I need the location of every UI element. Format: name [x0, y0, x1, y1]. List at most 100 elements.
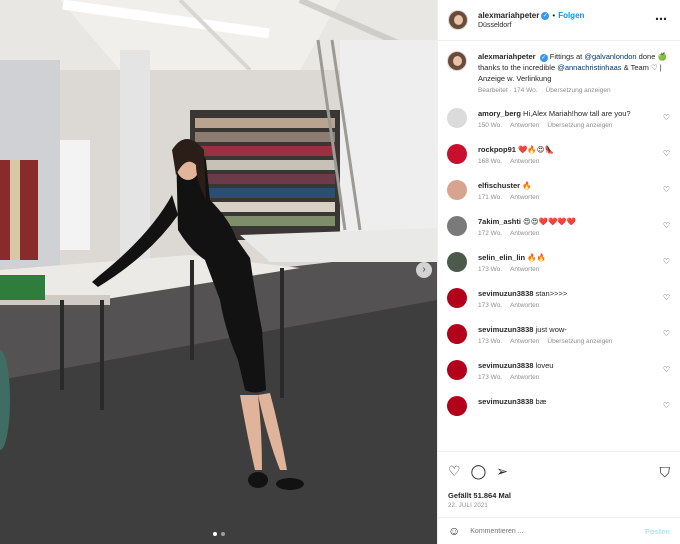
action-bar: ♡ ◯ ➢ ⛉ — [438, 451, 680, 491]
comments-list[interactable]: alexmariahpeter ✓ Fittings at @galvanlon… — [438, 41, 680, 451]
comment-like-icon[interactable]: ♡ — [663, 365, 670, 374]
comment-time: 173 Wo. — [478, 266, 503, 273]
reply-link[interactable]: Antworten — [510, 122, 539, 129]
comment-row: rockpop91 ❤️🔥😍👠 168 Wo. Antworten ♡ — [447, 144, 672, 165]
post-date[interactable]: 22. Juli 2021 — [438, 500, 680, 517]
author-avatar[interactable] — [448, 10, 468, 30]
reply-link[interactable]: Antworten — [510, 158, 539, 165]
comment-row: sevimuzun3838 stan>>>> 173 Wo. Antworten ♡ — [447, 288, 672, 309]
caption-username[interactable]: alexmariahpeter — [478, 52, 536, 61]
reply-link[interactable]: Antworten — [510, 302, 539, 309]
comment-meta: 150 Wo. Antworten Übersetzung anzeigen — [478, 122, 672, 129]
comment-row: sevimuzun3838 loveu 173 Wo. Antworten ♡ — [447, 360, 672, 381]
next-image-button[interactable]: › — [416, 262, 432, 278]
comment-like-icon[interactable]: ♡ — [663, 257, 670, 266]
commenter-avatar[interactable] — [447, 108, 467, 128]
comment-time: 173 Wo. — [478, 374, 503, 381]
comment-row: selin_elin_lin 🔥🔥 173 Wo. Antworten ♡ — [447, 252, 672, 273]
commenter-avatar[interactable] — [447, 396, 467, 416]
comment-time: 172 Wo. — [478, 230, 503, 237]
mention-annachristinhaas[interactable]: @annachristinhaas — [557, 63, 621, 72]
comment-body: 🔥🔥 — [527, 253, 546, 262]
separator: • — [552, 11, 556, 20]
comment-meta: 173 Wo. Antworten — [478, 266, 672, 273]
commenter-avatar[interactable] — [447, 324, 467, 344]
comment-like-icon[interactable]: ♡ — [663, 401, 670, 410]
like-icon[interactable]: ♡ — [448, 463, 461, 480]
commenter-avatar[interactable] — [447, 360, 467, 380]
commenter-avatar[interactable] — [447, 252, 467, 272]
reply-link[interactable]: Antworten — [510, 338, 539, 345]
commenter-username[interactable]: selin_elin_lin — [478, 253, 525, 262]
comment-like-icon[interactable]: ♡ — [663, 221, 670, 230]
comment-text: sevimuzun3838 bæ — [478, 396, 672, 407]
caption-part: Fittings at — [549, 52, 585, 61]
comment-row: sevimuzun3838 just wow- 173 Wo. Antworten Ü… — [447, 324, 672, 345]
post-side-panel: alexmariahpeter ✓ • Folgen Düsseldorf ⋯ … — [437, 0, 680, 544]
comment-time: 171 Wo. — [478, 194, 503, 201]
commenter-username[interactable]: amory_berg — [478, 109, 521, 118]
comment-body: 🔥 — [522, 181, 532, 190]
post-photo[interactable]: › — [0, 0, 437, 544]
comment-row: elfischuster 🔥 171 Wo. Antworten ♡ — [447, 180, 672, 201]
comment-text: 7akim_ashti 😍😍❤️❤️❤️❤️ — [478, 216, 672, 227]
commenter-username[interactable]: elfischuster — [478, 181, 520, 190]
caption-avatar[interactable] — [447, 51, 467, 71]
share-icon[interactable]: ➢ — [496, 463, 508, 480]
bookmark-icon[interactable]: ⛉ — [660, 464, 671, 481]
emoji-icon[interactable]: ☺ — [448, 524, 460, 538]
reply-link[interactable]: Antworten — [510, 194, 539, 201]
instagram-post-view: › alexmariahpeter ✓ • Folgen Düsseldorf … — [0, 0, 680, 544]
comment-row: 7akim_ashti 😍😍❤️❤️❤️❤️ 172 Wo. Antworten ♡ — [447, 216, 672, 237]
commenter-username[interactable]: sevimuzun3838 — [478, 397, 533, 406]
comment-meta: 173 Wo. Antworten — [478, 302, 672, 309]
commenter-username[interactable]: sevimuzun3838 — [478, 361, 533, 370]
comment-meta: 171 Wo. Antworten — [478, 194, 672, 201]
comment-like-icon[interactable]: ♡ — [663, 113, 670, 122]
comment-text: rockpop91 ❤️🔥😍👠 — [478, 144, 672, 155]
commenter-avatar[interactable] — [447, 180, 467, 200]
translate-link[interactable]: Übersetzung anzeigen — [547, 338, 612, 345]
caption-text: alexmariahpeter ✓ Fittings at @galvanlon… — [478, 51, 672, 84]
comment-like-icon[interactable]: ♡ — [663, 185, 670, 194]
commenter-username[interactable]: 7akim_ashti — [478, 217, 521, 226]
carousel-dots — [212, 532, 225, 536]
comment-time: 173 Wo. — [478, 338, 503, 345]
comment-time: 173 Wo. — [478, 302, 503, 309]
post-button[interactable]: Posten — [645, 527, 670, 536]
comment-input[interactable] — [470, 527, 645, 535]
comment-like-icon[interactable]: ♡ — [663, 329, 670, 338]
commenter-avatar[interactable] — [447, 288, 467, 308]
post-header: alexmariahpeter ✓ • Folgen Düsseldorf ⋯ — [438, 0, 680, 41]
comment-body: just wow- — [535, 325, 567, 334]
comment-like-icon[interactable]: ♡ — [663, 149, 670, 158]
reply-link[interactable]: Antworten — [510, 266, 539, 273]
more-options-icon[interactable]: ⋯ — [655, 12, 668, 26]
carousel-dot — [212, 532, 217, 536]
comment-text: selin_elin_lin 🔥🔥 — [478, 252, 672, 263]
commenter-username[interactable]: sevimuzun3838 — [478, 289, 533, 298]
comment-row: amory_berg Hi,Alex Mariah!how tall are y… — [447, 108, 672, 129]
comment-body: ❤️🔥😍👠 — [518, 145, 554, 154]
comment-text: sevimuzun3838 just wow- — [478, 324, 672, 335]
likes-count[interactable]: Gefällt 51.864 Mal — [438, 491, 680, 500]
translate-link[interactable]: Übersetzung anzeigen — [546, 87, 611, 94]
commenter-username[interactable]: rockpop91 — [478, 145, 516, 154]
location-link[interactable]: Düsseldorf — [478, 22, 584, 29]
translate-link[interactable]: Übersetzung anzeigen — [547, 122, 612, 129]
comment-icon[interactable]: ◯ — [471, 463, 487, 480]
commenter-avatar[interactable] — [447, 216, 467, 236]
reply-link[interactable]: Antworten — [510, 374, 539, 381]
commenter-avatar[interactable] — [447, 144, 467, 164]
comment-body: loveu — [535, 361, 554, 370]
comment-body: bæ — [535, 397, 547, 406]
mention-galvanlondon[interactable]: @galvanlondon — [584, 52, 636, 61]
comment-like-icon[interactable]: ♡ — [663, 293, 670, 302]
author-username[interactable]: alexmariahpeter — [478, 11, 539, 20]
follow-button[interactable]: Folgen — [558, 11, 584, 20]
reply-link[interactable]: Antworten — [510, 230, 539, 237]
header-text: alexmariahpeter ✓ • Folgen Düsseldorf — [478, 11, 584, 29]
commenter-username[interactable]: sevimuzun3838 — [478, 325, 533, 334]
comment-text: amory_berg Hi,Alex Mariah!how tall are y… — [478, 108, 672, 119]
comment-body: Hi,Alex Mariah!how tall are you? — [523, 109, 631, 118]
